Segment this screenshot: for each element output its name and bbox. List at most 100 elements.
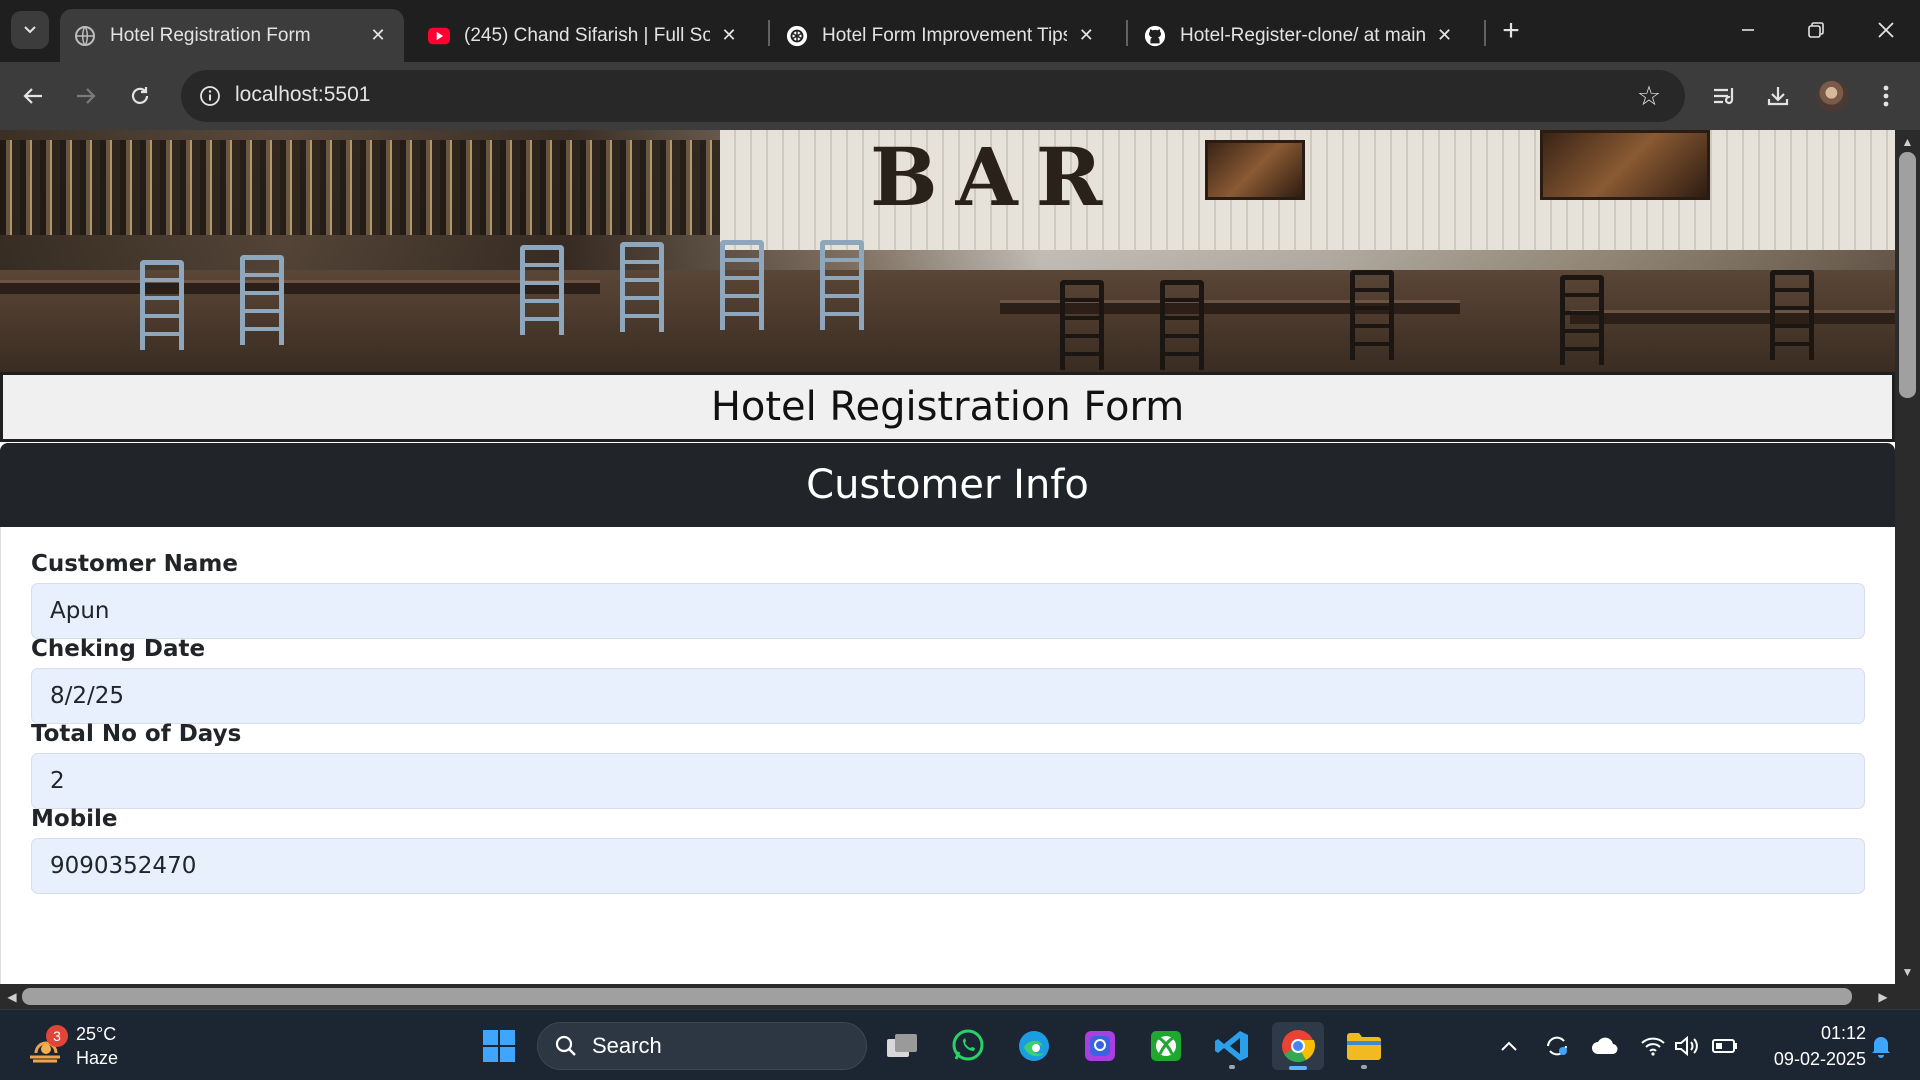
sync-icon bbox=[1547, 1036, 1567, 1056]
chair bbox=[140, 260, 184, 350]
chrome-app[interactable] bbox=[1272, 1022, 1324, 1070]
scroll-up-arrow-icon[interactable]: ▲ bbox=[1899, 134, 1916, 150]
new-tab-button[interactable]: + bbox=[1494, 14, 1528, 48]
customer-name-input[interactable]: Apun bbox=[31, 583, 1865, 639]
pictures-app[interactable] bbox=[1074, 1022, 1126, 1070]
checking-date-input[interactable]: 8/2/25 bbox=[31, 668, 1865, 724]
chair bbox=[720, 240, 764, 330]
start-button[interactable] bbox=[473, 1022, 525, 1070]
tab-github[interactable]: Hotel-Register-clone/ at main · ✕ bbox=[1130, 9, 1470, 62]
vertical-scrollbar[interactable]: ▲ ▼ bbox=[1895, 130, 1920, 984]
close-icon[interactable]: ✕ bbox=[1433, 24, 1456, 48]
customer-info-form: Customer Name Apun Cheking Date 8/2/25 T… bbox=[0, 527, 1895, 984]
search-placeholder: Search bbox=[592, 1033, 662, 1058]
playlist-icon bbox=[1714, 88, 1734, 105]
tab-separator bbox=[1126, 20, 1128, 46]
weather-widget[interactable]: 3 25°C Haze bbox=[24, 1018, 118, 1074]
tab-hotel-registration[interactable]: Hotel Registration Form ✕ bbox=[60, 9, 404, 62]
downloads-button[interactable] bbox=[1758, 76, 1798, 116]
bell-icon bbox=[1872, 1037, 1890, 1058]
checking-date-label: Cheking Date bbox=[31, 636, 206, 662]
scrollbar-corner bbox=[1895, 984, 1920, 1009]
vertical-scroll-thumb[interactable] bbox=[1899, 152, 1916, 398]
taskbar-clock[interactable]: 01:12 09-02-2025 bbox=[1756, 1020, 1866, 1072]
wall-picture bbox=[1205, 140, 1305, 200]
running-indicator bbox=[1229, 1065, 1235, 1069]
volume-tray-button[interactable] bbox=[1672, 1030, 1702, 1062]
mobile-field: Mobile 9090352470 bbox=[31, 806, 1865, 894]
browser-toolbar: localhost:5501 ☆ bbox=[0, 62, 1920, 130]
edge-app[interactable] bbox=[1008, 1022, 1060, 1070]
search-icon bbox=[555, 1035, 576, 1056]
running-indicator bbox=[1361, 1065, 1367, 1069]
chair bbox=[1060, 280, 1104, 370]
url-text[interactable]: localhost:5501 bbox=[235, 83, 370, 107]
horizontal-scrollbar[interactable]: ◀ ▶ bbox=[0, 984, 1895, 1009]
youtube-icon bbox=[428, 25, 450, 47]
edge-icon bbox=[1019, 1031, 1049, 1061]
taskbar-search[interactable]: Search bbox=[537, 1022, 867, 1070]
horizontal-scroll-thumb[interactable] bbox=[22, 988, 1852, 1005]
chair bbox=[520, 245, 564, 335]
chair bbox=[1350, 270, 1394, 360]
xbox-app[interactable] bbox=[1140, 1022, 1192, 1070]
customer-info-header: Customer Info bbox=[0, 443, 1895, 527]
total-days-input[interactable]: 2 bbox=[31, 753, 1865, 809]
chatgpt-icon bbox=[786, 25, 808, 47]
sync-tray-button[interactable] bbox=[1540, 1030, 1574, 1062]
vscode-app[interactable] bbox=[1206, 1022, 1258, 1070]
scroll-right-arrow-icon[interactable]: ▶ bbox=[1875, 988, 1891, 1005]
battery-tray-button[interactable] bbox=[1710, 1030, 1740, 1062]
tab-search-button[interactable] bbox=[11, 11, 49, 49]
file-explorer-app[interactable] bbox=[1338, 1022, 1390, 1070]
chair bbox=[1160, 280, 1204, 370]
reload-button[interactable] bbox=[120, 76, 160, 116]
more-vertical-icon bbox=[1883, 85, 1889, 107]
show-hidden-icons-button[interactable] bbox=[1494, 1030, 1524, 1062]
chrome-menu-button[interactable] bbox=[1866, 76, 1906, 116]
back-button[interactable] bbox=[13, 76, 53, 116]
profile-button[interactable] bbox=[1813, 76, 1853, 116]
close-icon[interactable]: ✕ bbox=[366, 24, 390, 48]
tab-chatgpt[interactable]: Hotel Form Improvement Tips ✕ bbox=[772, 9, 1112, 62]
wifi-tray-button[interactable] bbox=[1638, 1030, 1668, 1062]
folder-icon bbox=[1347, 1033, 1381, 1060]
media-control-button[interactable] bbox=[1705, 76, 1745, 116]
site-info-icon[interactable] bbox=[195, 81, 225, 111]
chair bbox=[620, 242, 664, 332]
xbox-icon bbox=[1151, 1031, 1181, 1061]
address-bar[interactable]: localhost:5501 ☆ bbox=[181, 70, 1685, 122]
forward-button[interactable] bbox=[66, 76, 106, 116]
bar-shelves bbox=[0, 140, 720, 235]
close-icon[interactable]: ✕ bbox=[718, 24, 740, 48]
chevron-up-icon bbox=[1501, 1041, 1517, 1051]
notifications-button[interactable] bbox=[1866, 1030, 1896, 1062]
onedrive-tray-button[interactable] bbox=[1588, 1030, 1622, 1062]
minimize-button[interactable] bbox=[1718, 8, 1778, 52]
task-view-icon bbox=[887, 1034, 917, 1057]
page-title: Hotel Registration Form bbox=[710, 384, 1185, 430]
total-days-field: Total No of Days 2 bbox=[31, 721, 1865, 809]
wall-picture bbox=[1540, 130, 1710, 200]
tab-title: Hotel-Register-clone/ at main · bbox=[1180, 24, 1426, 46]
weather-condition: Haze bbox=[76, 1048, 119, 1068]
total-days-label: Total No of Days bbox=[31, 721, 242, 747]
restore-button[interactable] bbox=[1786, 8, 1846, 52]
globe-icon bbox=[74, 25, 96, 47]
plus-icon: + bbox=[1502, 14, 1520, 47]
chair bbox=[1560, 275, 1604, 365]
close-icon[interactable]: ✕ bbox=[1075, 24, 1098, 48]
volume-icon bbox=[1675, 1035, 1698, 1057]
checking-date-field: Cheking Date 8/2/25 bbox=[31, 636, 1865, 724]
bookmark-star-icon[interactable]: ☆ bbox=[1633, 80, 1665, 112]
mobile-input[interactable]: 9090352470 bbox=[31, 838, 1865, 894]
task-view-button[interactable] bbox=[876, 1022, 928, 1070]
scroll-down-arrow-icon[interactable]: ▼ bbox=[1899, 964, 1916, 980]
scroll-left-arrow-icon[interactable]: ◀ bbox=[4, 988, 20, 1005]
close-window-button[interactable] bbox=[1856, 8, 1916, 52]
page-title-banner: Hotel Registration Form bbox=[0, 372, 1895, 442]
active-indicator bbox=[1289, 1066, 1307, 1070]
tab-youtube[interactable]: (245) Chand Sifarish | Full Song ✕ bbox=[414, 9, 754, 62]
whatsapp-app[interactable] bbox=[942, 1022, 994, 1070]
mobile-label: Mobile bbox=[31, 806, 118, 832]
